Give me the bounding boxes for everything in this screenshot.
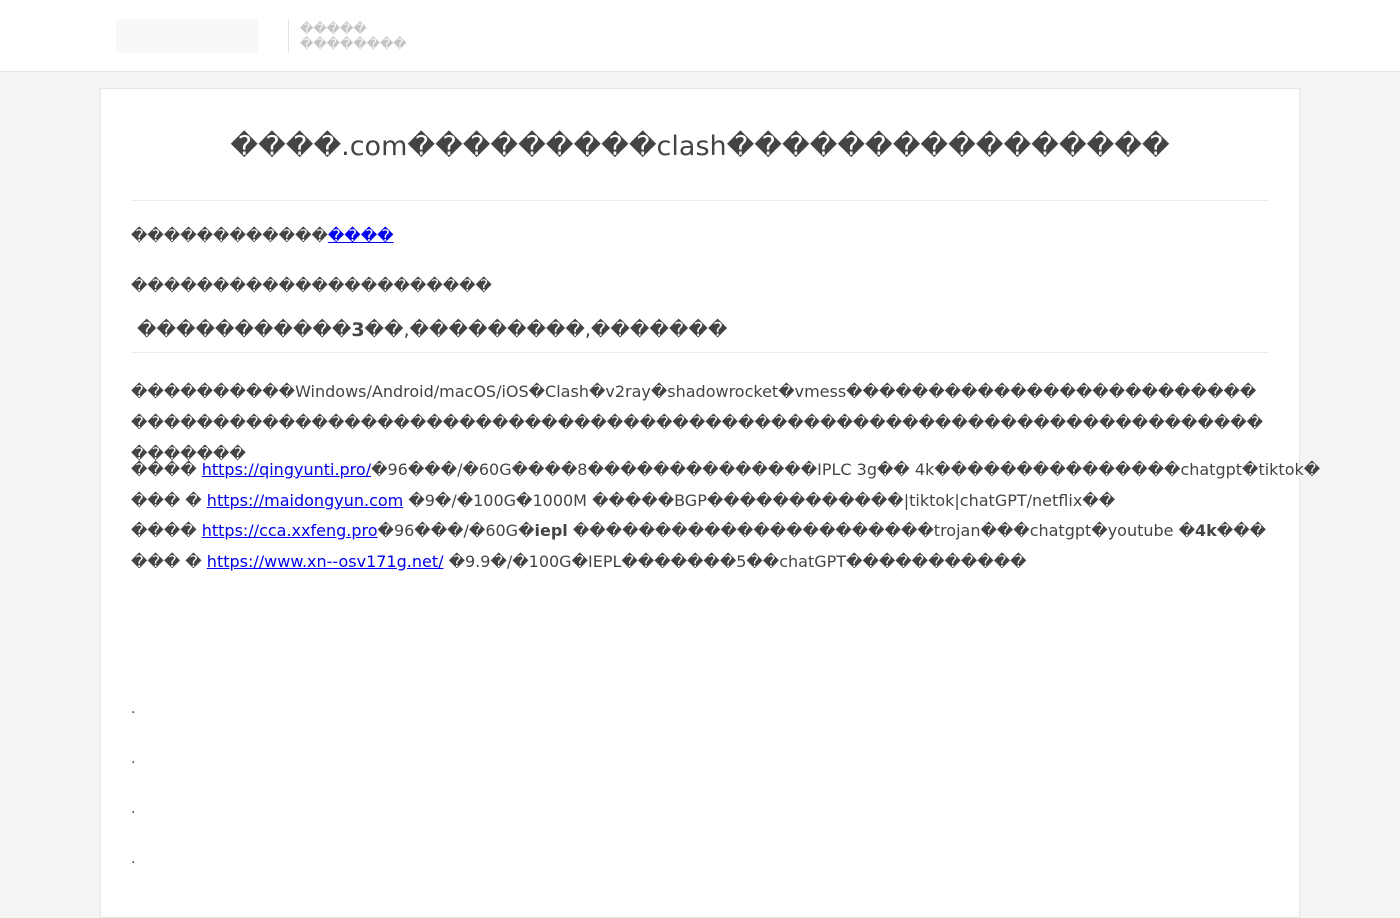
airport-prefix: ��� � — [131, 490, 207, 510]
site-header: ����� �������� — [0, 0, 1400, 72]
intro-line: ���������������� — [131, 226, 394, 245]
subhead-divider — [131, 352, 1269, 353]
article-title: ����.com���������clash���������������� — [230, 131, 1170, 162]
airport-item: ���� https://cca.xxfeng.pro�96���/�60G�i… — [131, 516, 1271, 547]
dot-spacer: . — [131, 751, 136, 767]
airport-desc: ����������������������trojan���chatgpt�y… — [567, 521, 1195, 540]
airport-link-xn-osv171g[interactable]: https://www.xn--osv171g.net/ — [207, 552, 444, 571]
dot-spacer: . — [131, 851, 136, 867]
title-divider — [131, 200, 1269, 201]
article-card: ����.com���������clash���������������� �… — [100, 88, 1320, 918]
airport-desc: �96���/�60G� — [377, 521, 535, 540]
airport-link-xxfeng[interactable]: https://cca.xxfeng.pro — [202, 521, 378, 540]
airport-item: ��� � https://www.xn--osv171g.net/ �9.9�… — [131, 547, 1271, 578]
airport-list: ���� https://qingyunti.pro/�96���/�60G��… — [131, 455, 1320, 578]
airport-link-qingyunti[interactable]: https://qingyunti.pro/ — [202, 460, 371, 479]
subhead-pre: ����������� — [137, 319, 352, 341]
brand-tagline: ����� �������� — [300, 22, 407, 52]
brand-line-1: ����� — [300, 22, 367, 37]
airport-link-maidongyun[interactable]: https://maidongyun.com — [207, 491, 403, 510]
notice-line: ���������������������� — [131, 276, 492, 295]
airport-prefix: ���� — [131, 460, 202, 479]
dot-spacer: . — [131, 701, 136, 717]
airport-item: ���� https://qingyunti.pro/�96���/�60G��… — [131, 455, 1320, 486]
airport-desc-bold: 4k — [1195, 521, 1217, 540]
subhead-bold: 3 — [351, 319, 365, 341]
airport-desc: �9.9�/�100G�IEPL�������5��chatGPT�������… — [443, 551, 1027, 571]
subhead-post: ��,���������,������� — [364, 319, 728, 341]
brand-divider — [288, 20, 289, 52]
dot-spacer: . — [131, 801, 136, 817]
airport-prefix: ��� � — [131, 551, 207, 571]
airport-item: ��� � https://maidongyun.com �9�/�100G�1… — [131, 486, 1271, 517]
airport-prefix: ���� — [131, 521, 202, 540]
airport-desc: �9�/�100G�1000M �����BGP������������|tik… — [403, 490, 1116, 510]
airport-desc-bold: iepl — [534, 521, 568, 540]
brand-line-2: �������� — [300, 37, 407, 52]
site-logo[interactable] — [116, 19, 258, 53]
airport-desc: ��� — [1216, 521, 1266, 540]
intro-link[interactable]: ���� — [328, 226, 394, 245]
intro-text: ������������ — [131, 226, 328, 245]
section-subhead: �����������3��,���������,������� — [137, 319, 727, 341]
airport-desc: �96���/�60G����8��������������IPLC 3g�� … — [371, 460, 1321, 479]
